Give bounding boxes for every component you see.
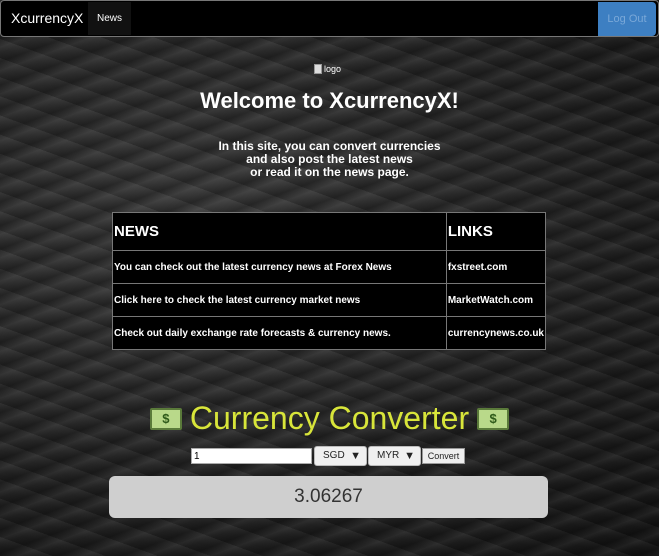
table-row: Check out daily exchange rate forecasts …	[112, 316, 547, 350]
logo-alt-text: logo	[324, 64, 342, 74]
logout-button[interactable]: Log Out	[598, 2, 656, 36]
news-cell: Check out daily exchange rate forecasts …	[112, 316, 447, 350]
to-currency-value: MYR	[377, 450, 400, 461]
dropdown-arrow-icon: ▼	[350, 450, 361, 462]
from-currency-value: SGD	[323, 450, 345, 461]
link-cell[interactable]: currencynews.co.uk	[445, 316, 547, 350]
link-cell[interactable]: fxstreet.com	[445, 250, 547, 284]
conversion-result: 3.06267	[109, 476, 548, 518]
intro-line: or read it on the news page.	[250, 165, 409, 179]
table-header-row: NEWS LINKS	[112, 212, 547, 251]
news-column-header: NEWS	[112, 212, 447, 251]
money-icon	[149, 407, 182, 430]
converter-title: Currency Converter	[189, 400, 470, 436]
amount-input[interactable]	[191, 448, 312, 464]
nav-news-link[interactable]: News	[88, 2, 131, 35]
link-cell[interactable]: MarketWatch.com	[445, 283, 547, 317]
from-currency-select[interactable]: SGD ▼	[314, 446, 367, 466]
money-icon	[477, 407, 510, 430]
convert-button[interactable]: Convert	[422, 448, 465, 464]
navbar: XcurrencyX News Log Out	[0, 0, 659, 37]
news-table: NEWS LINKS You can check out the latest …	[112, 212, 547, 350]
table-row: Click here to check the latest currency …	[112, 283, 547, 317]
main-content: logo Welcome to XcurrencyX! In this site…	[0, 0, 659, 556]
news-cell: You can check out the latest currency ne…	[112, 250, 447, 284]
brand-link[interactable]: XcurrencyX	[11, 1, 83, 36]
intro-text: In this site, you can convert currencies…	[0, 140, 659, 179]
to-currency-select[interactable]: MYR ▼	[368, 446, 421, 466]
links-column-header: LINKS	[445, 212, 547, 251]
logo-image: logo	[314, 63, 341, 75]
converter-heading: Currency Converter	[0, 400, 659, 437]
page-title: Welcome to XcurrencyX!	[200, 88, 459, 113]
news-cell: Click here to check the latest currency …	[112, 283, 447, 317]
broken-image-icon	[314, 64, 322, 74]
dropdown-arrow-icon: ▼	[404, 450, 415, 462]
table-row: You can check out the latest currency ne…	[112, 250, 547, 284]
